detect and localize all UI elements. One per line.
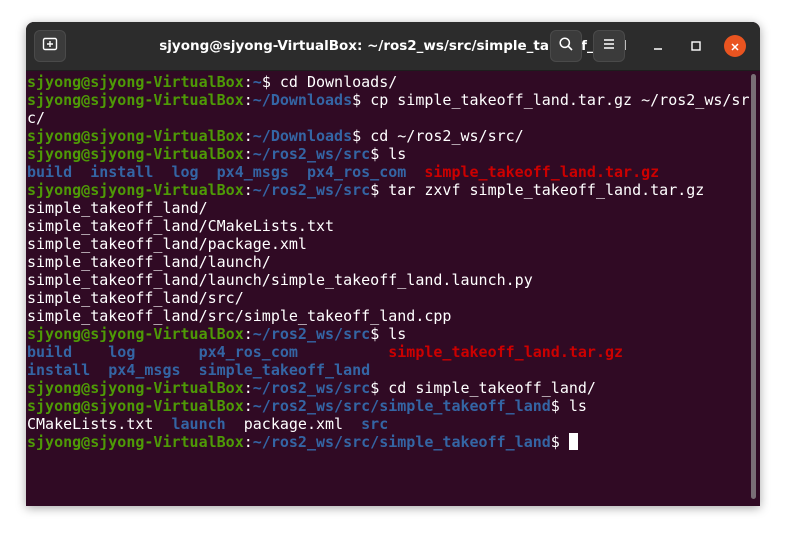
terminal-line: sjyong@sjyong-VirtualBox:~/Downloads$ cp…	[27, 91, 750, 109]
terminal-line: sjyong@sjyong-VirtualBox:~/ros2_ws/src$ …	[27, 325, 407, 343]
maximize-icon	[690, 37, 702, 56]
ls-output-line: build install log px4_msgs px4_ros_com s…	[27, 163, 760, 181]
output-text: simple_takeoff_land/CMakeLists.txt	[27, 217, 335, 235]
ls-output-line: install px4_msgs simple_takeoff_land	[27, 361, 760, 379]
menu-button[interactable]	[593, 30, 625, 62]
prompt-path: ~/ros2_ws/src	[252, 145, 371, 163]
command-text: ls	[568, 397, 587, 415]
search-icon	[558, 36, 574, 56]
directory-entry: px4_msgs	[108, 361, 181, 379]
minimize-button[interactable]	[648, 36, 668, 56]
directory-entry: simple_takeoff_land	[198, 361, 371, 379]
directory-entry: src	[361, 415, 389, 433]
new-tab-button[interactable]	[34, 30, 66, 62]
terminal-line: simple_takeoff_land/launch/	[27, 253, 760, 271]
prompt-path: ~/ros2_ws/src	[252, 181, 371, 199]
terminal-line: simple_takeoff_land/src/	[27, 289, 760, 307]
title-bar[interactable]: sjyong@sjyong-VirtualBox: ~/ros2_ws/src/…	[26, 22, 760, 71]
directory-entry: px4_ros_com	[198, 343, 298, 361]
prompt-path: ~/ros2_ws/src/simple_takeoff_land	[252, 397, 551, 415]
prompt-user-host: sjyong@sjyong-VirtualBox	[27, 145, 244, 163]
prompt-user-host: sjyong@sjyong-VirtualBox	[27, 397, 244, 415]
terminal-line: sjyong@sjyong-VirtualBox:~$ cd Downloads…	[27, 73, 398, 91]
prompt-path: ~	[252, 73, 262, 91]
prompt-path: ~/Downloads	[252, 127, 353, 145]
prompt-path: ~/ros2_ws/src/simple_takeoff_land	[252, 433, 551, 451]
scrollbar[interactable]	[751, 74, 756, 499]
output-text: simple_takeoff_land/launch/	[27, 253, 271, 271]
directory-entry: launch	[171, 415, 226, 433]
directory-entry: px4_msgs	[216, 163, 289, 181]
terminal-line: simple_takeoff_land/	[27, 199, 760, 217]
terminal-output[interactable]: sjyong@sjyong-VirtualBox:~$ cd Downloads…	[26, 71, 760, 506]
output-text: simple_takeoff_land/src/simple_takeoff_l…	[27, 307, 452, 325]
terminal-line: simple_takeoff_land/launch/simple_takeof…	[27, 271, 760, 289]
command-text: cd ~/ros2_ws/src/	[370, 127, 524, 145]
ls-output-line: CMakeLists.txt launch package.xml src	[27, 415, 760, 433]
terminal-line: simple_takeoff_land/src/simple_takeoff_l…	[27, 307, 760, 325]
terminal-line: sjyong@sjyong-VirtualBox:~/ros2_ws/src$ …	[27, 379, 596, 397]
command-text: cd simple_takeoff_land/	[388, 379, 596, 397]
maximize-button[interactable]	[686, 36, 706, 56]
command-text: cd Downloads/	[279, 73, 398, 91]
prompt-path: ~/ros2_ws/src	[252, 379, 371, 397]
output-text: c/	[27, 109, 46, 127]
archive-entry: simple_takeoff_land.tar.gz	[424, 163, 660, 181]
prompt-path: ~/Downloads	[252, 91, 353, 109]
prompt-user-host: sjyong@sjyong-VirtualBox	[27, 91, 244, 109]
file-entry: package.xml	[243, 415, 344, 433]
directory-entry: install	[90, 163, 154, 181]
minimize-icon	[652, 37, 664, 56]
prompt-user-host: sjyong@sjyong-VirtualBox	[27, 325, 244, 343]
hamburger-menu-icon	[601, 36, 617, 56]
close-icon	[730, 37, 740, 56]
terminal-window: sjyong@sjyong-VirtualBox: ~/ros2_ws/src/…	[26, 22, 760, 506]
directory-entry: log	[108, 343, 136, 361]
prompt-user-host: sjyong@sjyong-VirtualBox	[27, 73, 244, 91]
terminal-line: simple_takeoff_land/CMakeLists.txt	[27, 217, 760, 235]
output-text: simple_takeoff_land/src/	[27, 289, 244, 307]
new-tab-icon	[42, 36, 58, 56]
command-text: ls	[388, 325, 407, 343]
command-text: ls	[388, 145, 407, 163]
file-entry: CMakeLists.txt	[27, 415, 154, 433]
text-cursor	[568, 433, 578, 450]
search-button[interactable]	[550, 30, 582, 62]
terminal-line: sjyong@sjyong-VirtualBox:~/ros2_ws/src$ …	[27, 181, 705, 199]
terminal-line: sjyong@sjyong-VirtualBox:~/ros2_ws/src/s…	[27, 397, 587, 415]
ls-output-line: build log px4_ros_com simple_takeoff_lan…	[27, 343, 760, 361]
prompt-path: ~/ros2_ws/src	[252, 325, 371, 343]
terminal-line: sjyong@sjyong-VirtualBox:~/Downloads$ cd…	[27, 127, 524, 145]
terminal-line: c/	[27, 109, 760, 127]
close-button[interactable]	[724, 35, 746, 57]
directory-entry: px4_ros_com	[306, 163, 407, 181]
prompt-user-host: sjyong@sjyong-VirtualBox	[27, 433, 244, 451]
output-text: simple_takeoff_land/package.xml	[27, 235, 307, 253]
output-text: simple_takeoff_land/	[27, 199, 208, 217]
directory-entry: log	[171, 163, 199, 181]
archive-entry: simple_takeoff_land.tar.gz	[388, 343, 624, 361]
directory-entry: build	[27, 163, 73, 181]
prompt-user-host: sjyong@sjyong-VirtualBox	[27, 127, 244, 145]
directory-entry: build	[27, 343, 73, 361]
output-text: simple_takeoff_land/launch/simple_takeof…	[27, 271, 533, 289]
prompt-user-host: sjyong@sjyong-VirtualBox	[27, 379, 244, 397]
terminal-line: simple_takeoff_land/package.xml	[27, 235, 760, 253]
command-text: cp simple_takeoff_land.tar.gz ~/ros2_ws/…	[370, 91, 750, 109]
prompt-user-host: sjyong@sjyong-VirtualBox	[27, 181, 244, 199]
directory-entry: install	[27, 361, 91, 379]
terminal-line: sjyong@sjyong-VirtualBox:~/ros2_ws/src/s…	[27, 433, 760, 451]
terminal-line: sjyong@sjyong-VirtualBox:~/ros2_ws/src$ …	[27, 145, 407, 163]
command-text: tar zxvf simple_takeoff_land.tar.gz	[388, 181, 705, 199]
